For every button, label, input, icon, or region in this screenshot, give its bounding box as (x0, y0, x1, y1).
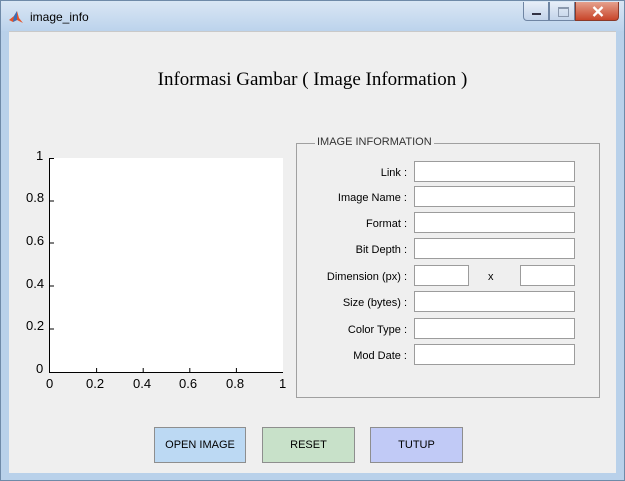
app-window: image_info Informasi Gambar ( Image Info… (0, 0, 625, 481)
mod-date-label: Mod Date : (353, 350, 407, 362)
image-name-field[interactable] (414, 186, 575, 207)
bit-depth-label: Bit Depth : (355, 244, 407, 256)
open-image-button[interactable]: OPEN IMAGE (154, 427, 246, 463)
x-tick-label: 0.8 (226, 376, 245, 391)
axis-ticks (50, 158, 237, 372)
y-tick-label: 1 (36, 148, 44, 163)
color-type-field[interactable] (414, 318, 575, 339)
maximize-icon[interactable] (549, 2, 575, 21)
panel-title: IMAGE INFORMATION (315, 136, 434, 148)
image-name-label: Image Name : (337, 192, 407, 204)
x-tick-label: 0.6 (179, 376, 198, 391)
title-bar[interactable]: image_info (1, 1, 624, 31)
dimension-height-field[interactable] (520, 265, 575, 286)
link-field[interactable] (414, 161, 575, 182)
x-tick-label: 0 (46, 376, 54, 391)
window-title: image_info (30, 10, 89, 24)
dimension-separator: x (488, 271, 494, 283)
figure-client-area: Informasi Gambar ( Image Information ) 1… (9, 31, 616, 473)
format-label: Format : (366, 218, 407, 230)
size-label: Size (bytes) : (342, 297, 407, 309)
dimension-label: Dimension (px) : (326, 271, 407, 283)
dimension-width-field[interactable] (414, 265, 469, 286)
minimize-icon[interactable] (523, 2, 549, 21)
x-tick-label: 1 (279, 376, 287, 391)
y-tick-label: 0.4 (26, 276, 45, 291)
x-tick-label: 0.2 (86, 376, 105, 391)
y-tick-label: 0.6 (26, 233, 45, 248)
close-button[interactable]: TUTUP (370, 427, 463, 463)
image-axes[interactable]: 1 0.8 0.6 0.4 0.2 0 0 0.2 0.4 0.6 0.8 1 (26, 148, 286, 391)
matlab-icon (9, 11, 23, 23)
mod-date-field[interactable] (414, 344, 575, 365)
page-title: Informasi Gambar ( Image Information ) (157, 69, 468, 90)
close-icon[interactable] (575, 2, 619, 21)
y-tick-label: 0.8 (26, 190, 45, 205)
reset-button[interactable]: RESET (262, 427, 355, 463)
bit-depth-field[interactable] (414, 238, 575, 259)
size-field[interactable] (414, 291, 575, 312)
y-tick-label: 0 (36, 361, 44, 376)
link-label: Link : (380, 167, 407, 179)
x-tick-label: 0.4 (133, 376, 152, 391)
color-type-label: Color Type : (347, 324, 407, 336)
format-field[interactable] (414, 212, 575, 233)
image-information-panel: IMAGE INFORMATION Link : Image Name : Fo… (296, 136, 600, 398)
y-tick-label: 0.2 (26, 318, 45, 333)
